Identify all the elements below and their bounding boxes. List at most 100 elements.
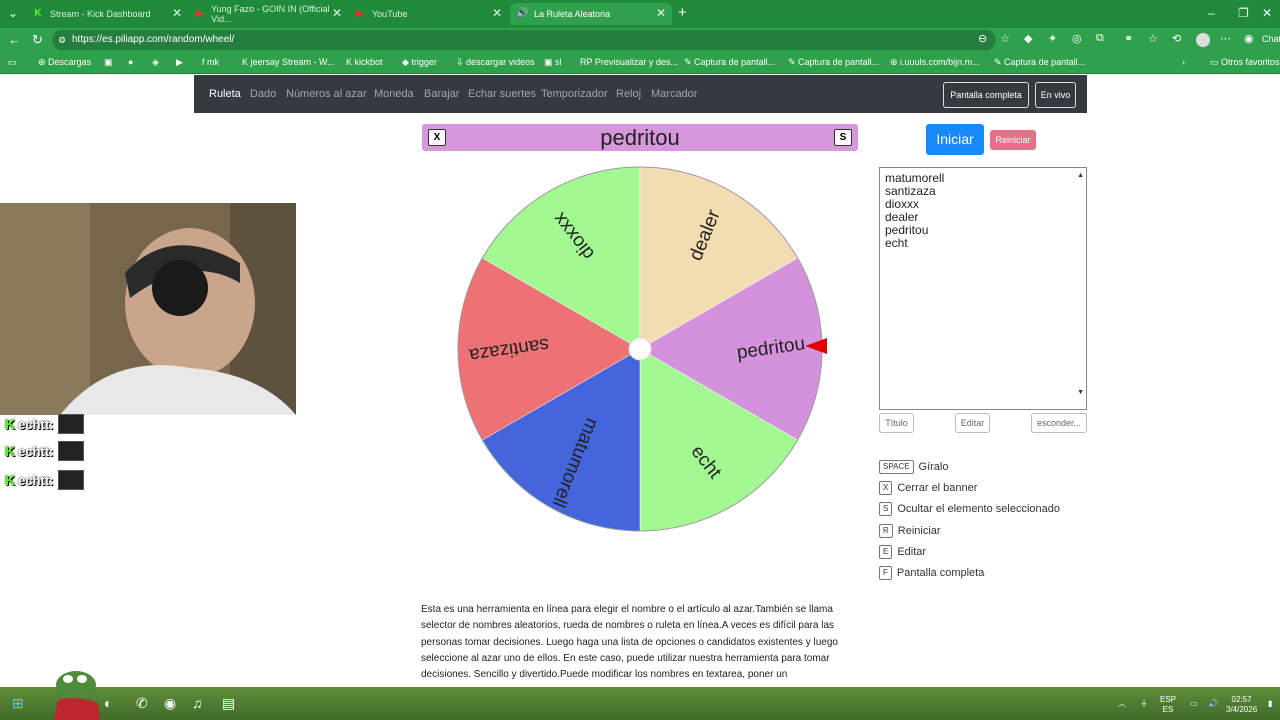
taskbar: ⊞ ◐ ✆ ◉ ♫ ▤ ︿ ⏚ ESP ES ▭ 🔊 02:57 3/4/2026 …	[0, 671, 1280, 720]
favorites-icon[interactable]: ☆	[1148, 32, 1158, 45]
extension-icon[interactable]: ◎	[1072, 32, 1082, 45]
edge-icon[interactable]: ◐	[104, 695, 112, 711]
bookmark-captura-2[interactable]: ✎ Captura de pantall...	[788, 57, 879, 68]
names-textarea[interactable]: matumorell santizaza dioxxx dealer pedri…	[879, 167, 1087, 410]
twitch-icon[interactable]: ▣	[104, 57, 113, 68]
zoom-icon[interactable]: ⊖	[978, 32, 987, 45]
webcam-image	[0, 203, 296, 415]
nav-moneda[interactable]: Moneda	[374, 88, 414, 100]
wheel-pointer	[805, 338, 827, 354]
url-text: https://es.piliapp.com/random/wheel/	[72, 34, 235, 45]
more-menu-icon[interactable]: ⋯	[1220, 32, 1231, 45]
close-icon[interactable]: ✕	[492, 6, 502, 20]
close-icon[interactable]: ✕	[172, 6, 182, 20]
shortcut-x: X Cerrar el banner	[879, 480, 977, 496]
title-button[interactable]: Título	[879, 413, 914, 433]
emote-image	[57, 441, 84, 461]
avatar[interactable]	[1196, 33, 1210, 47]
extension-icon[interactable]: ◆	[1024, 32, 1032, 45]
tray-chevron-icon[interactable]: ︿	[1118, 699, 1126, 709]
nav-dado[interactable]: Dado	[250, 88, 276, 100]
bookmark-descargar-videos[interactable]: ⇩ descargar videos	[456, 57, 535, 68]
hide-selected-key[interactable]: S	[834, 129, 852, 146]
network-icon[interactable]: ▭	[1190, 699, 1198, 709]
live-button[interactable]: En vivo	[1035, 82, 1076, 108]
youtube-icon[interactable]: ▶	[176, 57, 183, 68]
bookmark-descargas[interactable]: ⊕ Descargas	[38, 57, 91, 68]
bookmark-star-icon[interactable]: ☆	[1000, 32, 1010, 45]
close-banner-key[interactable]: X	[428, 129, 446, 146]
bookmark-kickbot[interactable]: K kickbot	[346, 57, 383, 67]
tab-kick-dashboard[interactable]: K Stream - Kick Dashboard ✕	[26, 3, 188, 25]
spotify-icon[interactable]: ♫	[192, 695, 203, 711]
start-button[interactable]: Iniciar	[926, 124, 984, 155]
bookmark-captura-3[interactable]: ✎ Captura de pantall...	[994, 57, 1085, 68]
tab-ruleta[interactable]: 🔊 La Ruleta Aleatoria ✕	[510, 3, 672, 25]
result-banner: pedritou X S	[422, 124, 858, 151]
wheel-hub[interactable]	[628, 337, 652, 361]
reset-button[interactable]: Reiniciar	[990, 130, 1036, 150]
edit-button[interactable]: Editar	[955, 413, 990, 433]
copilot-icon[interactable]: ◉	[1244, 32, 1254, 45]
fullscreen-button[interactable]: Pantalla completa	[943, 82, 1029, 108]
chat-label[interactable]: Chat	[1262, 34, 1280, 44]
notifications-icon[interactable]: ▮	[1268, 699, 1272, 709]
nav-ruleta[interactable]: Ruleta	[209, 88, 241, 100]
scroll-down-icon[interactable]: ▼	[1077, 386, 1084, 399]
chevron-right-icon[interactable]: ›	[1182, 57, 1185, 67]
reload-icon[interactable]: ↻	[32, 32, 43, 48]
windows-start-icon[interactable]: ⊞	[12, 695, 24, 712]
tab-search-icon[interactable]: ⌄	[8, 6, 18, 20]
bookmark-captura-1[interactable]: ✎ Captura de pantall...	[684, 57, 775, 68]
close-icon[interactable]: ✕	[656, 6, 666, 20]
nav-barajar[interactable]: Barajar	[424, 88, 459, 100]
back-icon[interactable]: ←	[8, 32, 21, 47]
close-icon[interactable]: ✕	[332, 6, 342, 20]
hide-button[interactable]: esconder...	[1031, 413, 1087, 433]
usb-icon[interactable]: ⏚	[1140, 699, 1148, 709]
clock[interactable]: 02:57 3/4/2026	[1226, 695, 1257, 715]
volume-icon[interactable]: 🔊	[1208, 699, 1218, 709]
roulette-wheel[interactable]: pedritouechtmatumorellsantizazadioxxx dea…	[455, 164, 825, 534]
site-navbar: Ruleta Dado Números al azar Moneda Baraj…	[194, 75, 1087, 113]
extension-icon[interactable]: ✦	[1048, 32, 1057, 45]
kick-icon: K	[5, 443, 16, 459]
site-info-icon[interactable]: ⚙	[58, 30, 66, 50]
history-icon[interactable]: ⟲	[1172, 32, 1181, 45]
nav-marcador[interactable]: Marcador	[651, 88, 697, 100]
notepad-icon[interactable]: ▤	[222, 695, 235, 712]
tab-title: Stream - Kick Dashboard	[50, 9, 151, 19]
tab-youtube[interactable]: ▶ YouTube ✕	[348, 3, 508, 25]
nav-temporizador[interactable]: Temporizador	[541, 88, 608, 100]
whatsapp-icon[interactable]: ✆	[136, 695, 148, 712]
bookmark-uuuls[interactable]: ⊕ i.uuuls.com/bijn.m...	[890, 57, 980, 68]
bookmark-icon[interactable]: ●	[128, 57, 133, 67]
name-line: echt	[885, 236, 908, 250]
obs-icon[interactable]: ◉	[164, 695, 176, 712]
maximize-button[interactable]: ❐	[1238, 6, 1249, 20]
new-tab-button[interactable]: +	[678, 4, 687, 21]
bookmark-icon[interactable]: ◈	[152, 57, 159, 68]
kbd-key: S	[879, 502, 893, 516]
extension-icon[interactable]: ⚭	[1124, 32, 1133, 45]
window-close-button[interactable]: ✕	[1262, 6, 1272, 20]
bookmark-jeersay[interactable]: K jeersay Stream - W...	[242, 57, 335, 67]
shortcut-label: Pantalla completa	[896, 567, 985, 579]
bookmark-trigger[interactable]: ◆ trigger	[402, 57, 437, 68]
bookmark-mk[interactable]: f mk	[202, 57, 219, 67]
language-indicator[interactable]: ESP ES	[1160, 695, 1176, 715]
shortcut-label: Gíralo	[918, 461, 949, 473]
minimize-button[interactable]: –	[1208, 6, 1215, 20]
extensions-puzzle-icon[interactable]: ⧉	[1096, 32, 1104, 45]
address-bar[interactable]: ⚙ https://es.piliapp.com/random/wheel/	[52, 30, 996, 50]
banner-title: pedritou	[600, 125, 680, 150]
bookmark-previsualizar[interactable]: RP Previsualizar y des...	[580, 57, 678, 67]
other-bookmarks[interactable]: ▭ Otros favoritos	[1210, 57, 1280, 68]
scroll-up-icon[interactable]: ▲	[1077, 169, 1084, 182]
tab-yung-fazo[interactable]: ▶ Yung Fazo - GOIN IN (Official Vid... ✕	[188, 3, 348, 25]
bookmark-sl[interactable]: ▣ sl	[544, 57, 562, 68]
nav-reloj[interactable]: Reloj	[616, 88, 641, 100]
nav-echar-suertes[interactable]: Echar suertes	[468, 88, 536, 100]
reading-list-icon[interactable]: ▭	[8, 57, 17, 68]
nav-numeros[interactable]: Números al azar	[286, 88, 367, 100]
